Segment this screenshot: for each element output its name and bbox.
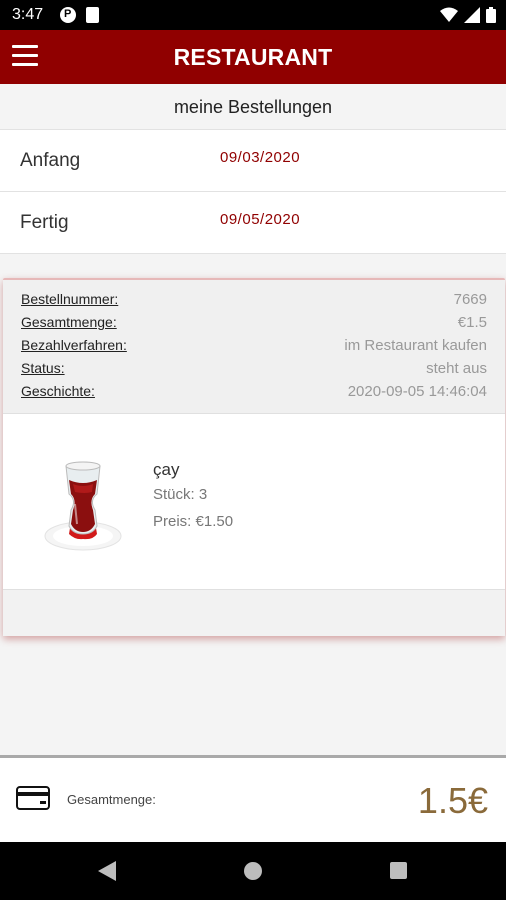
order-item[interactable]: çay Stück: 3 Preis: €1.50 [3,414,505,590]
battery-icon [486,7,496,23]
order-total-value: €1.5 [457,314,487,331]
order-field-row: Geschichte: 2020-09-05 14:46:04 [21,383,487,403]
order-number-value: 7669 [453,291,487,308]
payment-method-value: im Restaurant kaufen [344,337,487,354]
app-title: RESTAURANT [173,44,333,70]
order-field-row: Bestellnummer: 7669 [21,291,487,311]
app-bar: RESTAURANT [0,30,506,84]
order-number-label: Bestellnummer: [21,291,119,307]
start-date-row[interactable]: Anfang 09/03/2020 [0,130,506,192]
order-field-row: Gesamtmenge: €1.5 [21,314,487,334]
status-bar: 3:47 [0,0,506,30]
total-bar: Gesamtmenge: 1.5€ [0,755,506,842]
recents-icon[interactable] [390,862,407,879]
history-value: 2020-09-05 14:46:04 [347,383,487,400]
home-icon[interactable] [244,862,262,880]
status-time: 3:47 [12,6,44,23]
item-name: çay [153,460,180,479]
credit-card-icon [16,786,50,810]
order-field-row: Bezahlverfahren: im Restaurant kaufen [21,337,487,357]
status-value: steht aus [426,360,487,377]
end-date-row[interactable]: Fertig 09/05/2020 [0,192,506,254]
end-date-label: Fertig [20,212,69,233]
system-nav-bar [0,842,506,900]
status-label: Status: [21,360,65,376]
order-card[interactable]: Bestellnummer: 7669 Gesamtmenge: €1.5 Be… [3,278,505,636]
page-title: meine Bestellungen [173,97,333,117]
tea-glass-image [44,461,122,551]
status-icons [440,7,496,23]
start-date-label: Anfang [20,150,81,171]
wifi-icon [440,7,458,22]
order-info: Bestellnummer: 7669 Gesamtmenge: €1.5 Be… [3,280,505,414]
sd-card-icon [86,7,99,23]
page-header: meine Bestellungen [0,84,506,130]
total-amount: 1.5€ [417,780,488,821]
p-notification-icon [60,7,76,23]
item-quantity: Stück: 3 [153,486,208,503]
history-label: Geschichte: [21,383,95,399]
order-field-row: Status: steht aus [21,360,487,380]
order-card-footer [3,590,505,636]
order-total-label: Gesamtmenge: [21,314,117,330]
start-date-value[interactable]: 09/03/2020 [220,149,300,166]
total-label: Gesamtmenge: [67,792,156,807]
back-icon[interactable] [98,861,116,881]
payment-method-label: Bezahlverfahren: [21,337,127,353]
item-price: Preis: €1.50 [153,513,234,530]
signal-icon [464,7,480,23]
end-date-value[interactable]: 09/05/2020 [220,211,300,228]
